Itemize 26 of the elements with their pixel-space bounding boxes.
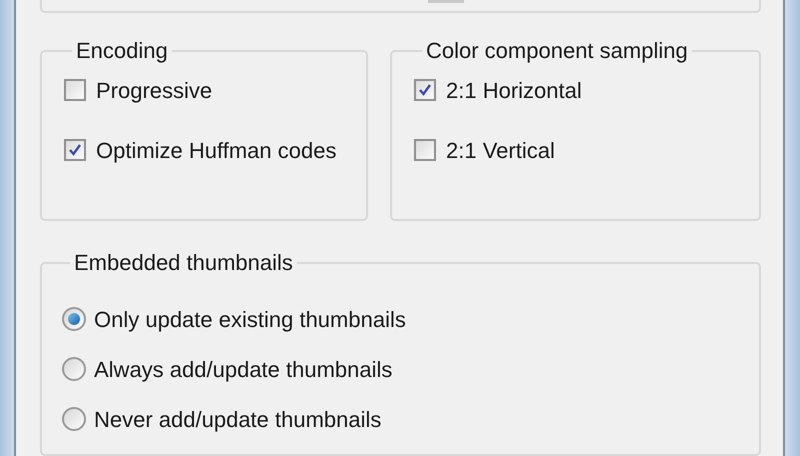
radio-option[interactable]: Never add/update thumbnails: [62, 403, 759, 436]
checkmark-icon: [418, 83, 432, 98]
checkbox[interactable]: [414, 79, 436, 102]
checkbox[interactable]: [64, 79, 86, 102]
group-title: Embedded thumbnails: [73, 251, 294, 276]
radio-button[interactable]: [62, 307, 86, 332]
checkbox-option[interactable]: Optimize Huffman codes: [64, 135, 366, 166]
checkmark-icon: [68, 143, 82, 158]
option-label: Optimize Huffman codes: [96, 136, 336, 165]
option-label: 2:1 Vertical: [446, 136, 555, 165]
checkbox[interactable]: [414, 139, 436, 162]
checkbox-option[interactable]: 2:1 Horizontal: [414, 75, 759, 106]
option-label: Never add/update thumbnails: [94, 406, 382, 434]
checkbox-option[interactable]: Progressive: [64, 75, 366, 106]
radio-button[interactable]: [62, 407, 86, 432]
option-label: Progressive: [96, 76, 212, 105]
radio-button[interactable]: [62, 357, 86, 382]
radio-option[interactable]: Only update existing thumbnails: [62, 303, 759, 336]
checkbox[interactable]: [64, 139, 86, 162]
radio-option[interactable]: Always add/update thumbnails: [62, 353, 759, 386]
option-label: Only update existing thumbnails: [94, 306, 406, 334]
group-title: Color component sampling: [425, 39, 689, 64]
option-label: 2:1 Horizontal: [446, 76, 582, 105]
checkbox-option[interactable]: 2:1 Vertical: [414, 135, 759, 166]
group-title: Encoding: [75, 39, 169, 64]
option-label: Always add/update thumbnails: [94, 356, 392, 384]
